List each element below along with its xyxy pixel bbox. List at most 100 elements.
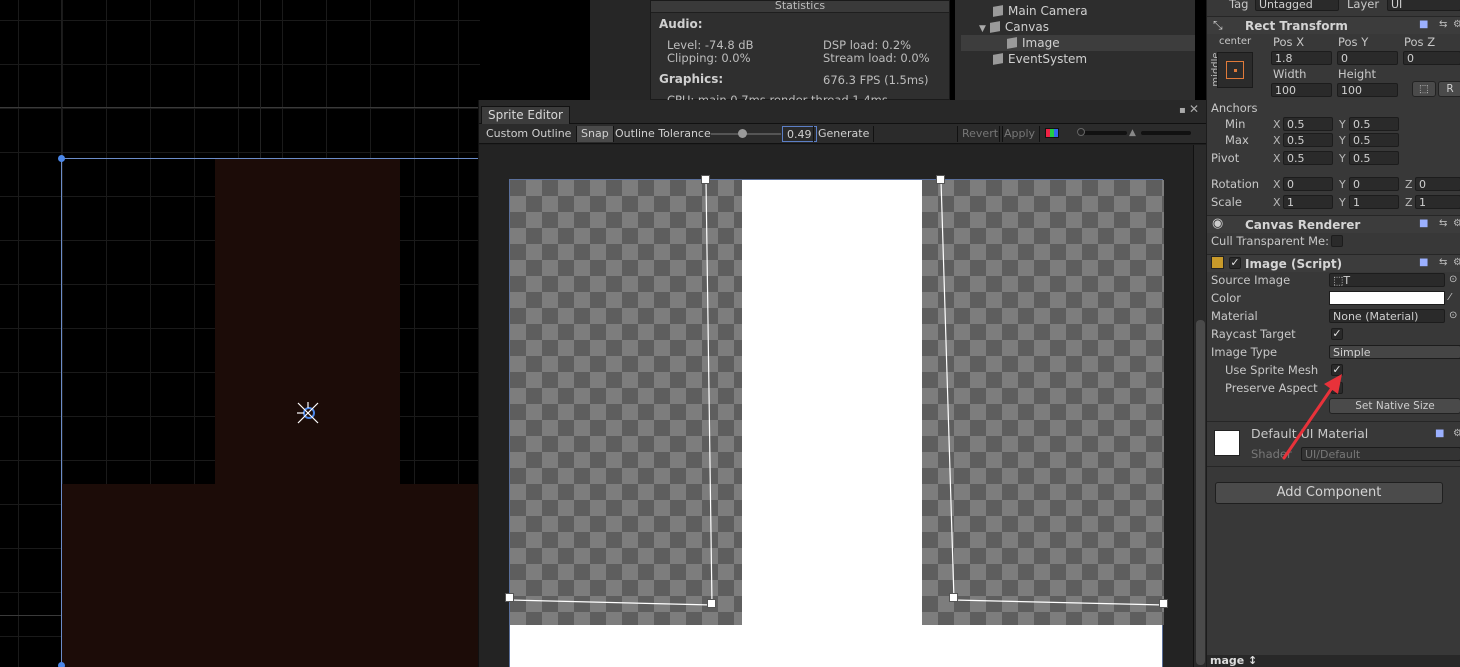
- anchor-presets-button[interactable]: [1217, 52, 1253, 88]
- outline-vertex-handle[interactable]: [1159, 599, 1168, 608]
- snap-toggle[interactable]: Snap: [576, 126, 614, 142]
- object-picker-icon[interactable]: ⊙: [1449, 308, 1457, 324]
- raycast-target-label: Raycast Target: [1211, 327, 1296, 341]
- tag-dropdown[interactable]: Untagged: [1255, 0, 1339, 11]
- outline-vertex-handle[interactable]: [936, 175, 945, 184]
- image-type-dropdown[interactable]: Simple: [1329, 345, 1460, 359]
- outline-tolerance-field[interactable]: 0.49: [782, 126, 817, 142]
- hierarchy-item-image[interactable]: Image: [961, 35, 1195, 51]
- mip-slider[interactable]: [1141, 131, 1191, 135]
- scale-x-field[interactable]: 1: [1283, 195, 1333, 209]
- tab-sprite-editor[interactable]: Sprite Editor: [481, 106, 570, 124]
- add-component-button[interactable]: Add Component: [1215, 482, 1443, 504]
- height-field[interactable]: 100: [1337, 83, 1398, 97]
- expand-arrow-icon[interactable]: ▼: [979, 24, 986, 34]
- outline-tolerance-slider-thumb[interactable]: [738, 129, 747, 138]
- anchor-max-x-field[interactable]: 0.5: [1283, 133, 1333, 147]
- rect-transform-outline[interactable]: [61, 158, 480, 667]
- anchor-max-y-field[interactable]: 0.5: [1349, 133, 1399, 147]
- help-icon[interactable]: ■: [1419, 19, 1428, 30]
- cull-transparent-label: Cull Transparent Me:: [1211, 234, 1329, 248]
- axis-x-label: X: [1273, 152, 1281, 165]
- custom-outline-lines[interactable]: [509, 179, 1165, 667]
- pos-y-field[interactable]: 0: [1337, 51, 1398, 65]
- generate-button[interactable]: Generate: [813, 126, 875, 142]
- cull-transparent-checkbox[interactable]: [1331, 235, 1343, 247]
- close-icon[interactable]: ✕: [1189, 102, 1199, 116]
- axis-x-label: X: [1273, 196, 1281, 209]
- scale-z-field[interactable]: 1: [1415, 195, 1460, 209]
- help-icon[interactable]: ■: [1419, 257, 1428, 268]
- set-native-size-button[interactable]: Set Native Size: [1329, 398, 1460, 414]
- preview-bar-label[interactable]: mage ↕: [1207, 655, 1460, 667]
- eyedropper-icon[interactable]: ⁄: [1449, 290, 1451, 306]
- statistics-panel: Statistics Audio: Level: -74.8 dB Clippi…: [650, 0, 950, 107]
- pivot-x-field[interactable]: 0.5: [1283, 151, 1333, 165]
- layer-dropdown[interactable]: UI: [1387, 0, 1460, 11]
- color-swatch[interactable]: [1329, 291, 1445, 305]
- scrollbar-thumb[interactable]: [1196, 320, 1205, 665]
- scale-y-field[interactable]: 1: [1349, 195, 1399, 209]
- rect-corner-handle[interactable]: [58, 662, 65, 667]
- sprite-editor-canvas[interactable]: [479, 145, 1193, 667]
- eye-icon: ◉: [1212, 216, 1224, 231]
- gear-icon[interactable]: ⚙: [1453, 218, 1460, 229]
- window-controls: ▪ ✕: [1179, 102, 1199, 116]
- outline-vertex-handle[interactable]: [505, 593, 514, 602]
- axis-x-label: X: [1273, 178, 1281, 191]
- rotation-x-field[interactable]: 0: [1283, 177, 1333, 191]
- hierarchy-item-canvas[interactable]: ▼ Canvas: [979, 19, 1049, 35]
- raw-edit-button[interactable]: R: [1438, 81, 1460, 97]
- scene-view[interactable]: [0, 0, 480, 667]
- rect-corner-handle[interactable]: [58, 155, 65, 162]
- outline-vertex-handle[interactable]: [707, 599, 716, 608]
- color-channel-icon[interactable]: [1045, 128, 1059, 138]
- preset-icon[interactable]: ⇆: [1439, 19, 1447, 30]
- zoom-slider-thumb[interactable]: [1077, 128, 1085, 136]
- gear-icon[interactable]: ⚙: [1453, 257, 1460, 268]
- outline-vertex-handle[interactable]: [949, 593, 958, 602]
- outline-mode-dropdown[interactable]: Custom Outline ↕: [482, 126, 588, 142]
- pos-y-label: Pos Y: [1338, 35, 1369, 49]
- pos-z-field[interactable]: 0: [1403, 51, 1460, 65]
- material-field[interactable]: None (Material): [1329, 309, 1445, 323]
- pos-x-field[interactable]: 1.8: [1271, 51, 1332, 65]
- anchor-min-x-field[interactable]: 0.5: [1283, 117, 1333, 131]
- source-image-field[interactable]: ⬚T: [1329, 273, 1445, 287]
- graphics-section-label: Graphics:: [659, 72, 724, 86]
- preset-icon[interactable]: ⇆: [1439, 257, 1447, 268]
- rotation-label: Rotation: [1211, 177, 1260, 191]
- anchor-min-label: Min: [1225, 117, 1246, 131]
- hierarchy-item-eventsystem[interactable]: EventSystem: [993, 51, 1087, 67]
- rotation-z-field[interactable]: 0: [1415, 177, 1460, 191]
- pivot-y-field[interactable]: 0.5: [1349, 151, 1399, 165]
- sprite-texture[interactable]: [505, 175, 1168, 667]
- stream-load: Stream load: 0.0%: [823, 51, 930, 65]
- width-field[interactable]: 100: [1271, 83, 1332, 97]
- axis-y-label: Y: [1339, 134, 1346, 147]
- hierarchy-item-main-camera[interactable]: Main Camera: [993, 3, 1088, 19]
- help-icon[interactable]: ■: [1435, 428, 1444, 439]
- rotation-y-field[interactable]: 0: [1349, 177, 1399, 191]
- mipmap-icon[interactable]: ▲: [1129, 128, 1139, 138]
- image-enabled-checkbox[interactable]: ✓: [1229, 257, 1241, 269]
- raycast-target-checkbox[interactable]: ✓: [1331, 328, 1343, 340]
- blueprint-mode-button[interactable]: ⬚: [1412, 81, 1436, 97]
- object-picker-icon[interactable]: ⊙: [1449, 272, 1457, 288]
- sprite-editor-scrollbar[interactable]: [1193, 145, 1207, 667]
- anchor-min-y-field[interactable]: 0.5: [1349, 117, 1399, 131]
- console-panel: [590, 0, 650, 100]
- gear-icon[interactable]: ⚙: [1453, 428, 1460, 439]
- revert-button[interactable]: Revert: [957, 126, 1004, 142]
- apply-button[interactable]: Apply: [999, 126, 1041, 142]
- sprite-editor-toolbar: Custom Outline ↕ Snap Outline Tolerance …: [479, 124, 1207, 144]
- preset-icon[interactable]: ⇆: [1439, 218, 1447, 229]
- pivot-icon[interactable]: [296, 401, 320, 425]
- outline-vertex-handle[interactable]: [701, 175, 710, 184]
- menu-icon[interactable]: ▪: [1179, 105, 1186, 116]
- anchor-label: center: [1219, 36, 1252, 47]
- gear-icon[interactable]: ⚙: [1453, 19, 1460, 30]
- help-icon[interactable]: ■: [1419, 218, 1428, 229]
- axis-z-label: Z: [1405, 178, 1413, 191]
- divider: [1207, 466, 1460, 467]
